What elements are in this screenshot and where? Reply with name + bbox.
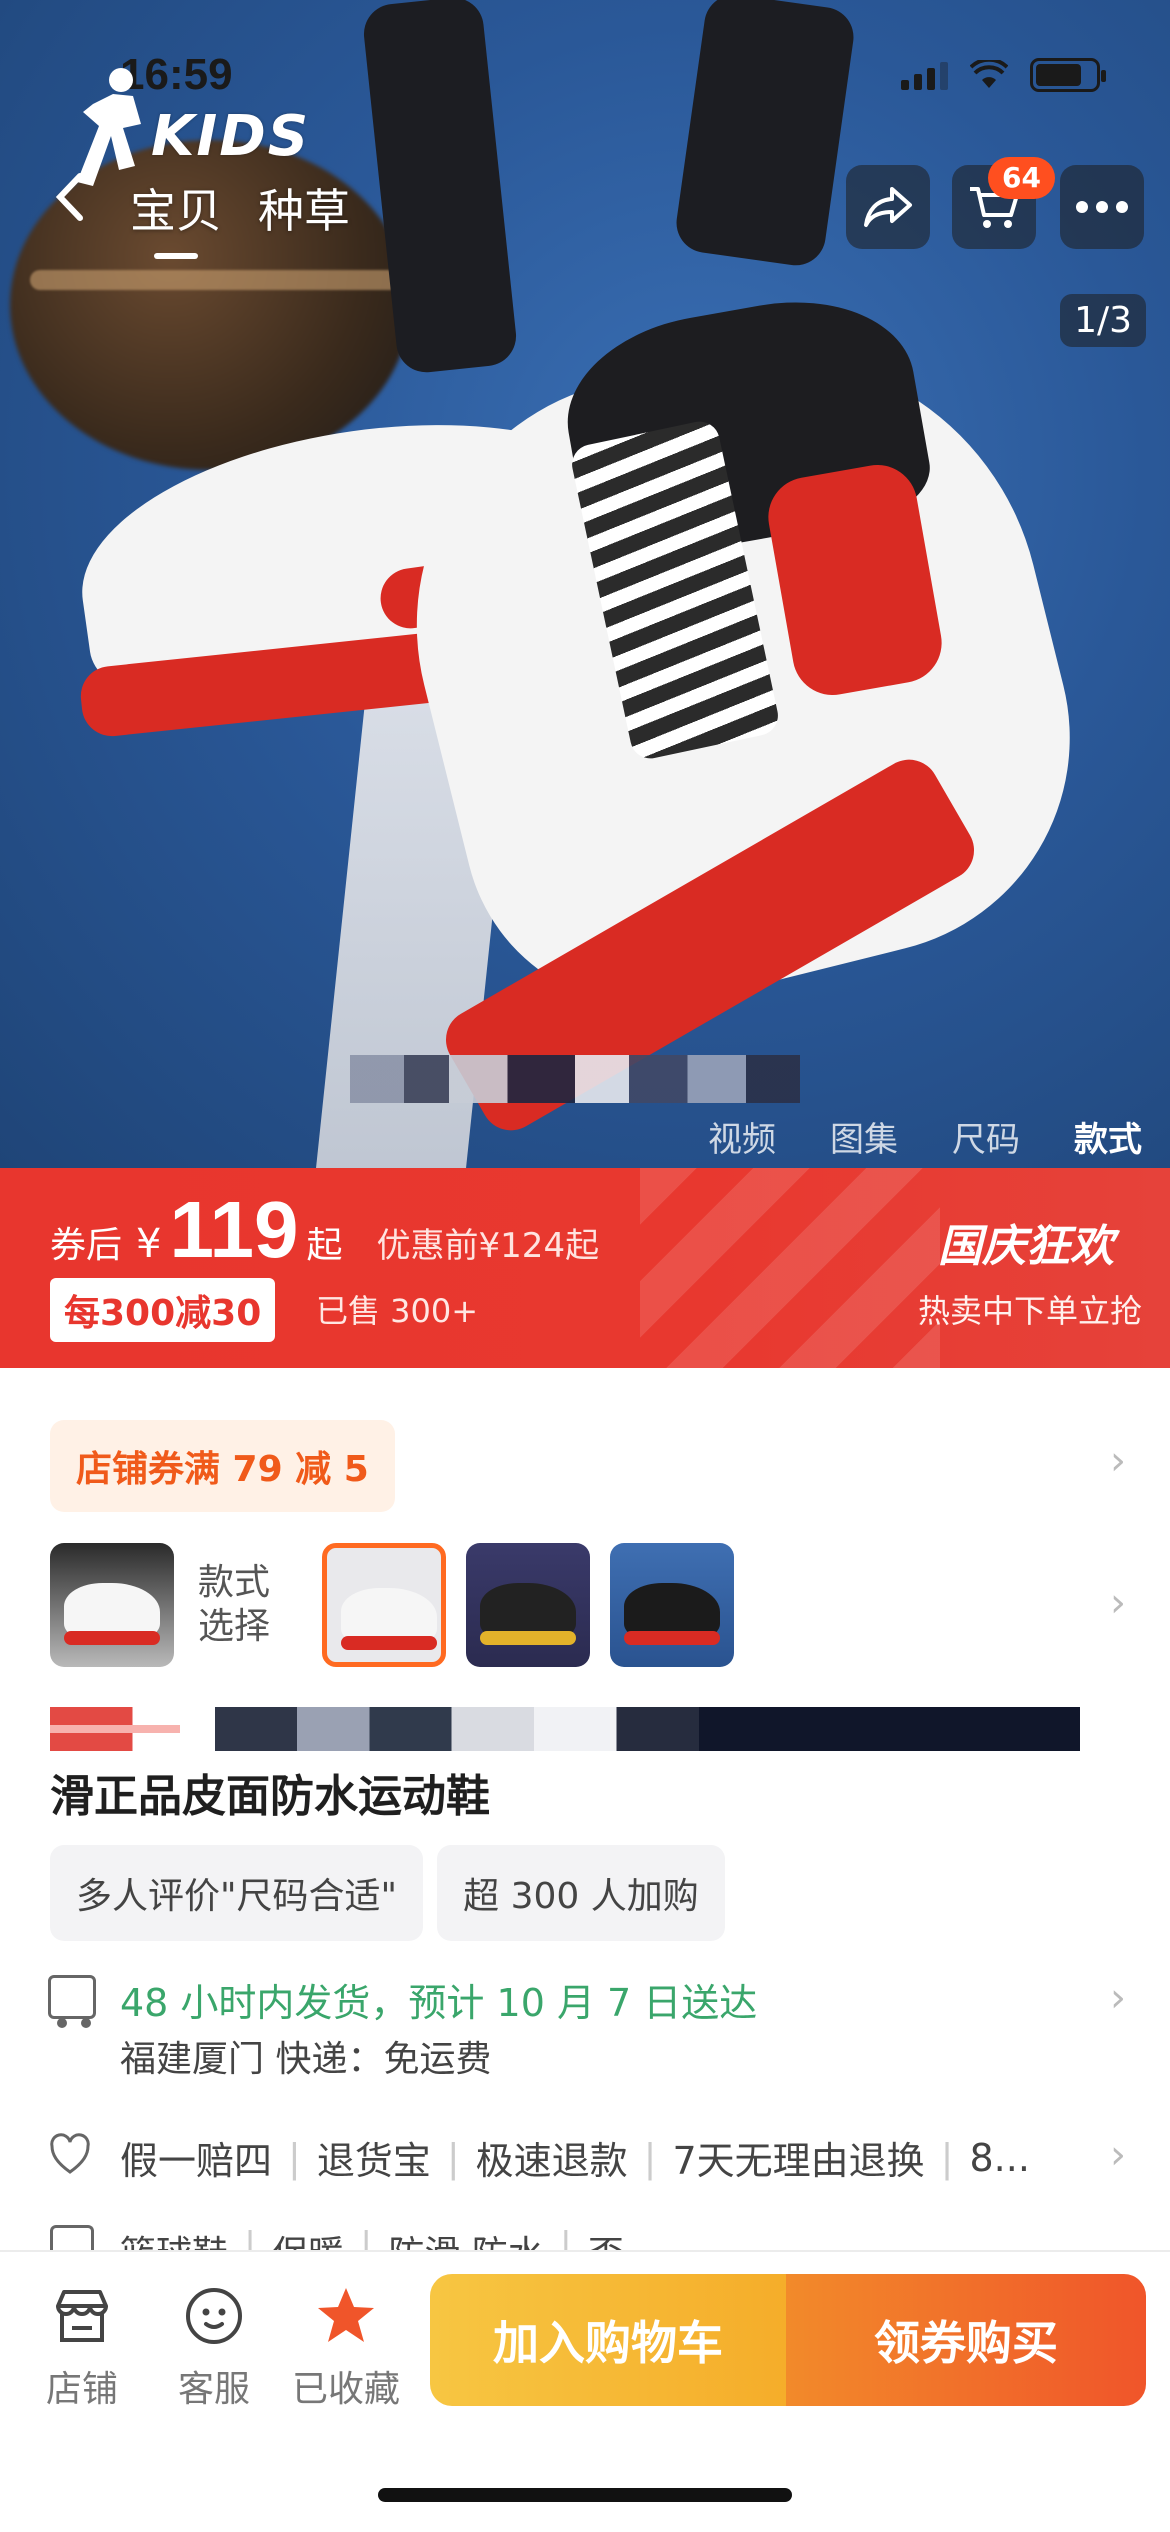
attribute-item: 保暖: [272, 2225, 344, 2251]
variant-thumb[interactable]: [50, 1543, 174, 1667]
price-line: 券后 ¥ 119 起 优惠前¥124起: [50, 1190, 599, 1270]
guarantee-item: 退货宝: [316, 2139, 431, 2183]
chevron-right-icon[interactable]: ›: [1110, 1975, 1126, 2021]
attribute-item: 篮球鞋: [120, 2225, 228, 2251]
chevron-right-icon[interactable]: ›: [1110, 1438, 1126, 1484]
battery-icon: [1030, 58, 1106, 92]
chat-face-icon: [186, 2288, 242, 2344]
tag-cart-count[interactable]: 超 300 人加购: [437, 1845, 725, 1941]
brand-kids-text: KIDS: [151, 104, 311, 169]
shipping-eta: 48 小时内发货，预计 10 月 7 日送达: [120, 1981, 758, 2025]
back-button[interactable]: [40, 170, 100, 240]
cart-button[interactable]: 64: [952, 157, 1055, 249]
favorite-button[interactable]: 已收藏: [286, 2284, 406, 2412]
tag-size-fit[interactable]: 多人评价"尺码合适": [50, 1845, 424, 1941]
buy-button-group: 加入购物车 领券购买: [430, 2274, 1146, 2406]
product-title: 滑正品皮面防水运动鞋: [50, 1771, 490, 1822]
favorite-label: 已收藏: [291, 2369, 400, 2410]
gallery-pager: 1/3: [1060, 294, 1146, 347]
status-icons: [901, 57, 1106, 92]
price-currency: ¥: [136, 1221, 162, 1267]
share-button[interactable]: [846, 165, 930, 249]
price-suffix: 起: [306, 1225, 343, 1266]
original-price: 优惠前¥124起: [376, 1226, 600, 1266]
store-coupon[interactable]: 店铺券满 79 减 5: [50, 1420, 395, 1512]
leg-image: [672, 0, 858, 270]
more-button[interactable]: [1060, 165, 1144, 249]
product-hero-image[interactable]: 16:59 KIDS 宝贝 种草 64 1/3 视频 图集 尺码 款式: [0, 0, 1170, 1168]
service-label: 客服: [177, 2369, 250, 2410]
attribute-item: 防滑 防水: [388, 2225, 543, 2251]
review-tags: 多人评价"尺码合适" 超 300 人加购: [50, 1845, 725, 1941]
share-arrow-icon: [864, 187, 912, 227]
variant-thumb[interactable]: [466, 1543, 590, 1667]
media-tab-size[interactable]: 尺码: [952, 1112, 1020, 1161]
event-subtitle: 热卖中下单立抢: [917, 1292, 1142, 1330]
nav-tabs: 宝贝 种草: [130, 175, 350, 259]
attribute-item: 否: [588, 2225, 624, 2251]
price-prefix: 券后: [50, 1225, 123, 1266]
store-label: 店铺: [45, 2369, 118, 2410]
store-button[interactable]: 店铺: [22, 2284, 142, 2412]
customer-service-button[interactable]: 客服: [154, 2284, 274, 2412]
wifi-icon: [969, 57, 1009, 90]
clipboard-icon: [50, 2225, 94, 2251]
attribute-list[interactable]: 篮球鞋| 保暖| 防滑 防水| 否: [120, 2225, 624, 2251]
home-indicator: [378, 2488, 792, 2502]
promo-tag: 每300减30: [50, 1278, 276, 1342]
add-to-cart-button[interactable]: 加入购物车: [430, 2274, 786, 2406]
media-tabs: 视频 图集 尺码 款式: [708, 1112, 1142, 1161]
more-dots-icon: [1076, 201, 1128, 213]
guarantee-item: 8...: [969, 2135, 1030, 2180]
cart-count-badge: 64: [988, 157, 1055, 199]
banner-decoration: [640, 1168, 940, 1368]
chevron-right-icon[interactable]: ›: [1110, 2132, 1126, 2178]
price-value: 119: [169, 1185, 299, 1274]
star-filled-icon: [318, 2288, 374, 2342]
chevron-right-icon[interactable]: ›: [1110, 1580, 1126, 1626]
media-tab-gallery[interactable]: 图集: [830, 1112, 898, 1161]
title-mosaic-blur: [50, 1707, 1080, 1751]
media-tab-video[interactable]: 视频: [708, 1112, 776, 1161]
shield-heart-icon: [48, 2132, 96, 2180]
truck-icon: [48, 1975, 96, 2028]
guarantee-item: 极速退款: [475, 2139, 628, 2183]
chevron-left-icon: [55, 173, 83, 221]
claim-coupon-buy-button[interactable]: 领券购买: [786, 2274, 1146, 2406]
mosaic-blur: [350, 1055, 800, 1103]
price-banner: 券后 ¥ 119 起 优惠前¥124起 每300减30 已售 300+ 国庆狂欢…: [0, 1168, 1170, 1368]
shipping-origin: 福建厦门 快递：免运费: [120, 2039, 492, 2080]
guarantee-item: 7天无理由退换: [672, 2139, 925, 2183]
guarantee-list[interactable]: 假一赔四 | 退货宝 | 极速退款 | 7天无理由退换 | 8...: [120, 2130, 1030, 2185]
variant-label: 款式选择: [198, 1562, 271, 1647]
signal-icon: [901, 60, 948, 90]
variant-thumb-selected[interactable]: [322, 1543, 446, 1667]
variant-thumb[interactable]: [610, 1543, 734, 1667]
variant-selector[interactable]: 款式选择: [50, 1543, 754, 1667]
basketball-seam: [30, 270, 400, 290]
tab-baobei[interactable]: 宝贝: [130, 175, 222, 259]
event-title: 国庆狂欢: [938, 1221, 1114, 1272]
store-icon: [56, 2290, 108, 2342]
sold-count: 已售 300+: [316, 1292, 479, 1330]
media-tab-style[interactable]: 款式: [1074, 1112, 1142, 1161]
guarantee-item: 假一赔四: [120, 2139, 273, 2183]
tab-zhongcao[interactable]: 种草: [258, 175, 350, 241]
